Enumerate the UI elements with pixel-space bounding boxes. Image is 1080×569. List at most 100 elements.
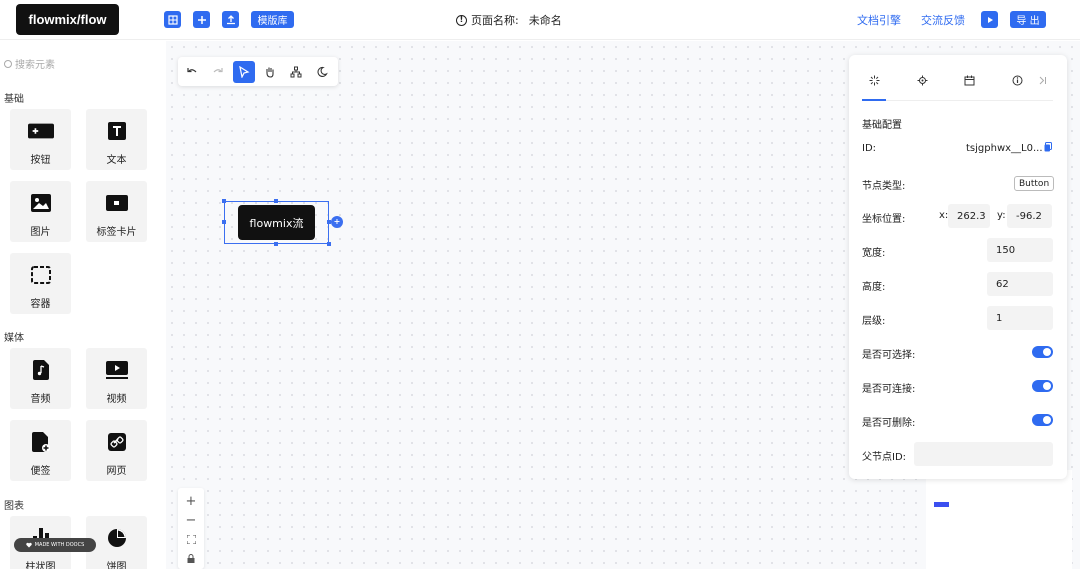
tile-label: 按钮 [30,155,51,166]
zoom-in-button[interactable]: + [178,492,204,510]
page-name-label: 页面名称: [471,14,519,27]
component-text[interactable]: 文本 [86,109,147,170]
info-circle-icon [1012,75,1022,85]
collapse-panel-button[interactable] [1030,73,1054,87]
component-image[interactable]: 图片 [10,181,71,242]
width-label: 宽度: [862,248,886,259]
upload-button[interactable] [222,11,239,28]
tab-info[interactable] [1005,73,1029,87]
undo-button[interactable] [181,61,203,83]
section-title-basic: 基础 [4,94,24,105]
height-input[interactable]: 62 [987,272,1053,296]
search-box[interactable]: 搜索元素 [4,56,55,71]
docs-link[interactable]: 文档引擎 [857,12,901,28]
component-webpage[interactable]: 网页 [86,420,147,481]
image-icon [28,193,54,213]
heart-icon [26,542,32,548]
zoom-controls: + − [178,488,204,569]
deletable-label: 是否可删除: [862,418,916,429]
pan-tool-button[interactable] [259,61,281,83]
x-input[interactable]: 262.3 [948,204,990,228]
component-container[interactable]: 容器 [10,253,71,314]
tile-label: 饼图 [106,562,127,569]
play-icon [987,16,993,23]
height-label: 高度: [862,282,886,293]
section-title: 基础配置 [862,120,902,131]
node-port-icon[interactable]: + [331,216,343,228]
moon-icon [317,66,328,78]
id-value: tsjgphwx__L0... [966,143,1043,154]
theme-toggle-button[interactable] [311,61,333,83]
resize-handle-top-left[interactable] [222,199,226,203]
id-label: ID: [862,143,877,154]
resize-handle-bottom-right[interactable] [327,242,331,246]
tile-label: 容器 [30,299,51,310]
tile-label: 图片 [30,227,51,238]
position-label: 坐标位置: [862,214,906,225]
export-button[interactable]: 导 出 [1010,11,1046,28]
connectable-label: 是否可连接: [862,384,916,395]
watermark-badge[interactable]: MADE WITH DOOCS [14,538,96,552]
layout-tool-button[interactable] [285,61,307,83]
page-name-value[interactable]: 未命名 [529,12,562,28]
component-tag-card[interactable]: 标签卡片 [86,181,147,242]
upload-icon [226,14,235,24]
component-button[interactable]: 按钮 [10,109,71,170]
app-logo[interactable]: flowmix/flow [16,4,119,35]
hand-icon [266,67,274,78]
tab-style[interactable] [910,73,934,87]
calendar-icon [964,75,974,85]
selectable-toggle[interactable] [1032,346,1053,358]
pie-chart-icon [104,528,130,548]
redo-button[interactable] [207,61,229,83]
add-button[interactable] [193,11,210,28]
minimap[interactable] [926,470,1072,569]
tab-basic[interactable] [862,73,886,87]
resize-handle-left[interactable] [222,220,226,224]
resize-handle-top[interactable] [274,199,278,203]
copy-icon[interactable] [1044,142,1052,152]
preview-button[interactable] [981,11,998,28]
x-label: x: [939,210,949,221]
canvas-toolbar [178,57,338,86]
tab-event[interactable] [957,73,981,87]
tile-label: 柱状图 [25,562,56,569]
top-header: flowmix/flow 模版库 ! 页面名称: 未命名 文档引擎 交流反馈 导… [0,0,1080,40]
tile-label: 音频 [30,394,51,405]
container-icon [28,265,54,285]
music-file-icon [28,360,54,380]
lock-icon [187,553,195,563]
fit-view-button[interactable] [178,530,204,548]
text-icon [104,121,130,141]
flow-node-button[interactable]: flowmix流 [238,205,315,240]
feedback-link[interactable]: 交流反馈 [921,12,965,28]
video-icon [104,360,130,380]
sparkle-icon [869,75,879,85]
component-audio[interactable]: 音频 [10,348,71,409]
search-placeholder: 搜索元素 [15,60,55,71]
y-input[interactable]: -96.2 [1007,204,1052,228]
layer-input[interactable]: 1 [987,306,1053,330]
grid-button[interactable] [164,11,181,28]
section-title-media: 媒体 [4,333,24,344]
connectable-toggle[interactable] [1032,380,1053,392]
undo-icon [187,68,197,73]
component-video[interactable]: 视频 [86,348,147,409]
deletable-toggle[interactable] [1032,414,1053,426]
tab-divider [862,100,1053,101]
layer-label: 层级: [862,316,886,327]
component-note[interactable]: 便签 [10,420,71,481]
zoom-out-button[interactable]: − [178,511,204,529]
width-input[interactable]: 150 [987,238,1053,262]
select-tool-button[interactable] [233,61,255,83]
fit-view-icon [186,534,196,544]
grid-icon [167,14,178,25]
parent-id-input[interactable] [914,442,1053,466]
lock-button[interactable] [178,549,204,567]
template-library-button[interactable]: 模版库 [251,11,294,28]
hierarchy-icon [290,66,302,78]
tile-label: 文本 [106,155,127,166]
resize-handle-bottom[interactable] [274,242,278,246]
page-name-display: ! 页面名称: 未命名 [456,12,562,28]
minimap-node [934,502,949,507]
